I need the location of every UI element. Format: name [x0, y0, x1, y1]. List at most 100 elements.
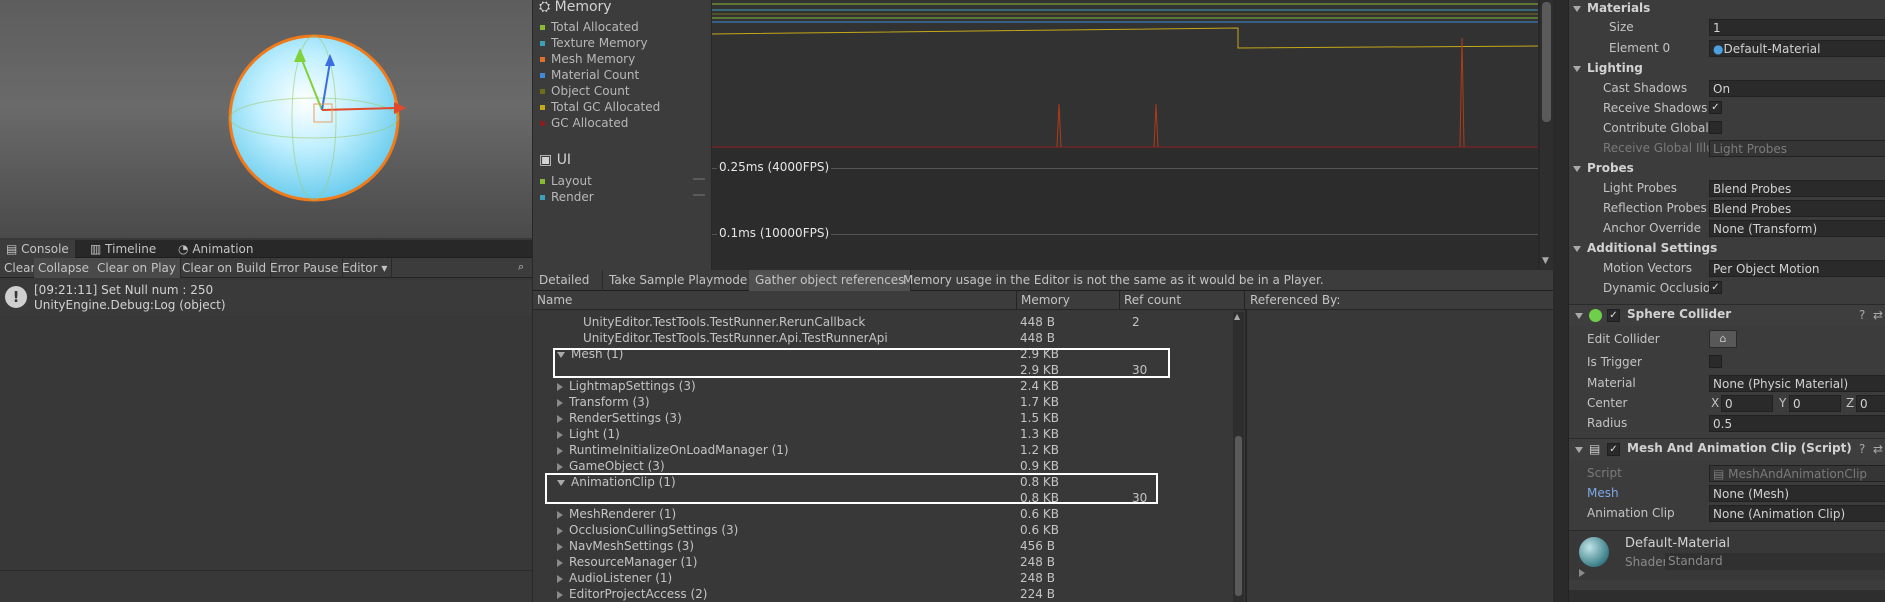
center-z-field[interactable]: 0 [1856, 395, 1885, 412]
help-icon[interactable]: ? [1859, 308, 1865, 322]
table-row[interactable]: UnityEditor.TestTools.TestRunner.Api.Tes… [583, 330, 888, 346]
clear-on-build-button[interactable]: Clear on Build [178, 258, 272, 278]
contribute-gi-checkbox[interactable] [1709, 121, 1722, 134]
table-row[interactable]: Light (1) [557, 426, 620, 442]
table-row[interactable]: NavMeshSettings (3) [557, 538, 694, 554]
script-component-header[interactable]: ▤ ✓ Mesh And Animation Clip (Script) ? ⇄ [1569, 438, 1885, 460]
table-row[interactable]: RuntimeInitializeOnLoadManager (1) [557, 442, 789, 458]
collapsed-triangle-icon[interactable] [557, 446, 563, 455]
materials-header[interactable]: Materials [1569, 0, 1885, 18]
expand-triangle-icon[interactable] [1573, 65, 1581, 72]
profiler-scrollbar[interactable]: ▼ [1540, 0, 1553, 270]
collapsed-triangle-icon[interactable] [557, 574, 563, 583]
collapsed-triangle-icon[interactable] [557, 526, 563, 535]
dynamic-occlusion-checkbox[interactable]: ✓ [1709, 281, 1722, 294]
legend-gc-allocated[interactable]: GC Allocated [540, 116, 628, 131]
scrollbar-thumb[interactable] [1235, 436, 1242, 596]
ui-module-title[interactable]: ▣ UI [539, 152, 571, 168]
memory-module-title[interactable]: ⛭ Memory [539, 0, 612, 15]
light-probes-dropdown[interactable]: Blend Probes [1709, 180, 1885, 197]
column-memory[interactable]: Memory [1017, 291, 1120, 310]
receive-shadows-checkbox[interactable]: ✓ [1709, 101, 1722, 114]
cast-shadows-dropdown[interactable]: On [1709, 80, 1885, 97]
scroll-down-icon[interactable]: ▼ [1542, 256, 1549, 266]
legend-total-gc-allocated[interactable]: Total GC Allocated [540, 100, 660, 115]
collapsed-triangle-icon[interactable] [557, 430, 563, 439]
sphere-collider-enabled-checkbox[interactable]: ✓ [1607, 309, 1620, 322]
collapse-button[interactable]: Collapse [34, 258, 94, 278]
clear-on-play-button[interactable]: Clear on Play [93, 258, 181, 278]
table-row[interactable]: UnityEditor.TestTools.TestRunner.RerunCa… [583, 314, 865, 330]
center-x-field[interactable]: 0 [1721, 395, 1773, 412]
motion-vectors-dropdown[interactable]: Per Object Motion [1709, 260, 1885, 277]
help-icon[interactable]: ? [1859, 442, 1865, 456]
collapsed-triangle-icon[interactable] [557, 510, 563, 519]
scroll-up-icon[interactable]: ▲ [1234, 312, 1240, 321]
legend-material-count[interactable]: Material Count [540, 68, 639, 83]
mesh-field[interactable]: None (Mesh) [1709, 485, 1885, 502]
table-row[interactable]: OcclusionCullingSettings (3) [557, 522, 738, 538]
take-sample-button[interactable]: Take Sample Playmode [603, 270, 755, 291]
is-trigger-checkbox[interactable] [1709, 355, 1722, 368]
additional-settings-header[interactable]: Additional Settings [1569, 238, 1885, 258]
table-row[interactable]: RenderSettings (3) [557, 410, 682, 426]
detail-mode-dropdown[interactable]: Detailed ▾ [533, 270, 603, 308]
legend-texture-memory[interactable]: Texture Memory [540, 36, 648, 51]
legend-object-count[interactable]: Object Count [540, 84, 630, 99]
legend-mesh-memory[interactable]: Mesh Memory [540, 52, 635, 67]
table-row[interactable]: AudioListener (1) [557, 570, 672, 586]
drag-handle[interactable] [693, 194, 705, 196]
lighting-header[interactable]: Lighting [1569, 58, 1885, 78]
element-0-field[interactable]: ●Default-Material [1709, 40, 1885, 57]
collapsed-triangle-icon[interactable] [557, 558, 563, 567]
collapsed-triangle-icon[interactable] [557, 382, 563, 391]
collapsed-triangle-icon[interactable] [557, 462, 563, 471]
radius-field[interactable]: 0.5 [1709, 415, 1885, 432]
collapsed-triangle-icon[interactable] [1579, 569, 1585, 577]
scrollbar-thumb[interactable] [1542, 2, 1551, 122]
expand-triangle-icon[interactable] [1573, 245, 1581, 252]
ui-graph[interactable]: 0.25ms (4000FPS) 0.1ms (10000FPS) [712, 148, 1538, 270]
collapsed-triangle-icon[interactable] [557, 542, 563, 551]
search-icon[interactable]: ⌕ [518, 260, 524, 274]
table-row[interactable]: LightmapSettings (3) [557, 378, 696, 394]
script-enabled-checkbox[interactable]: ✓ [1607, 443, 1620, 456]
anchor-override-field[interactable]: None (Transform) [1709, 220, 1885, 237]
memory-graph[interactable] [711, 0, 1539, 148]
table-row[interactable]: EditorProjectAccess (2) [557, 586, 707, 602]
material-preview[interactable]: Default-Material Shader Standard [1569, 530, 1885, 580]
tab-console[interactable]: ▤ Console [0, 240, 75, 258]
collapsed-triangle-icon[interactable] [557, 414, 563, 423]
gather-references-toggle[interactable]: Gather object references [749, 270, 912, 291]
edit-collider-button[interactable]: ⌂ [1709, 330, 1737, 348]
expand-triangle-icon[interactable] [1573, 5, 1581, 12]
table-row[interactable]: ResourceManager (1) [557, 554, 697, 570]
expand-triangle-icon[interactable] [1573, 165, 1581, 172]
collapsed-triangle-icon[interactable] [557, 398, 563, 407]
legend-layout[interactable]: Layout [540, 174, 592, 189]
animation-clip-field[interactable]: None (Animation Clip) [1709, 505, 1885, 522]
editor-dropdown[interactable]: Editor ▾ [338, 258, 393, 278]
column-name[interactable]: Name [533, 291, 1017, 310]
table-row[interactable]: GameObject (3) [557, 458, 665, 474]
log-entry[interactable]: ! [09:21:11] Set Null num : 250 UnityEng… [0, 280, 532, 316]
legend-render[interactable]: Render [540, 190, 594, 205]
drag-handle[interactable] [693, 178, 705, 180]
column-ref-count[interactable]: Ref count [1120, 291, 1245, 310]
settings-icon[interactable]: ⇄ [1873, 442, 1883, 456]
table-row[interactable]: Transform (3) [557, 394, 650, 410]
sphere-collider-header[interactable]: ✓ Sphere Collider ? ⇄ [1569, 304, 1885, 326]
table-scrollbar[interactable]: ▲ [1233, 312, 1244, 602]
center-y-field[interactable]: 0 [1789, 395, 1841, 412]
collapsed-triangle-icon[interactable] [557, 590, 563, 599]
probes-header[interactable]: Probes [1569, 158, 1885, 178]
expand-triangle-icon[interactable] [1575, 313, 1583, 319]
legend-total-allocated[interactable]: Total Allocated [540, 20, 639, 35]
table-row[interactable]: MeshRenderer (1) [557, 506, 676, 522]
tab-animation[interactable]: ◔ Animation [172, 240, 260, 258]
reflection-probes-dropdown[interactable]: Blend Probes [1709, 200, 1885, 217]
physic-material-field[interactable]: None (Physic Material) [1709, 375, 1885, 392]
expand-triangle-icon[interactable] [1575, 447, 1583, 453]
scene-sphere-gizmo[interactable] [0, 0, 532, 238]
scene-view[interactable] [0, 0, 532, 238]
